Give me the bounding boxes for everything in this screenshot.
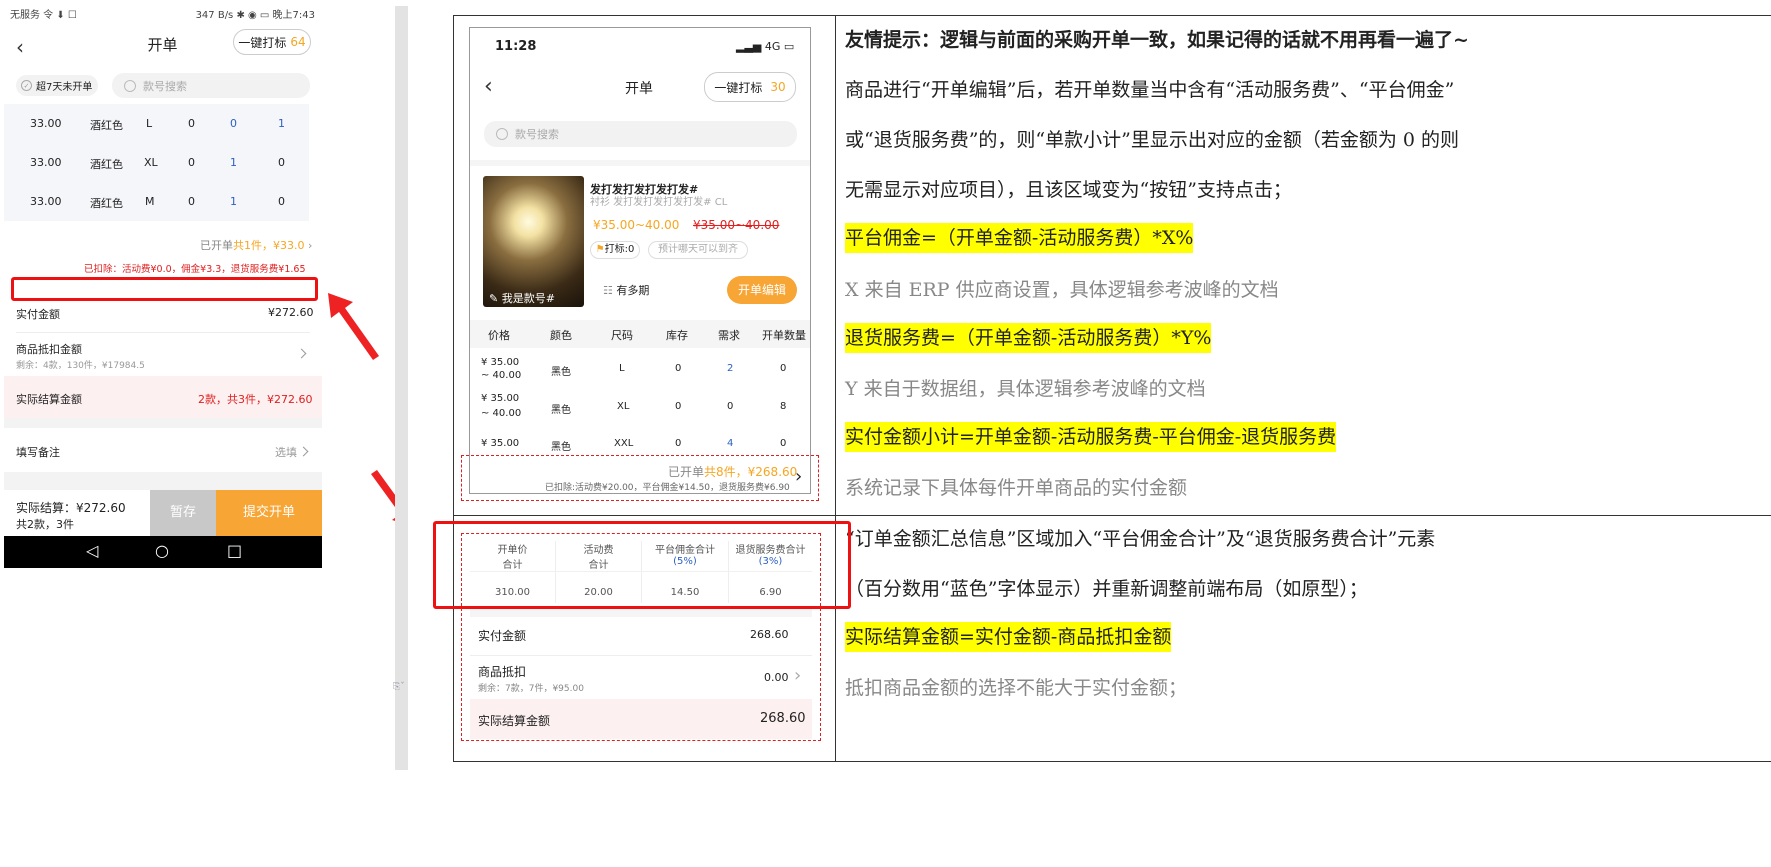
mock-subtotal[interactable]: 已开单共8件，¥268.60	[668, 463, 797, 480]
search-icon	[124, 79, 136, 92]
mock-tag-all-button[interactable]: 一键打标 30	[704, 72, 796, 102]
chevron-right-icon	[298, 446, 309, 457]
mock-signal: ▂▃▅ 4G ▭	[736, 40, 795, 53]
search-input[interactable]: 款号搜索	[112, 73, 310, 98]
doc-formula: 实际结算金额=实付金额-商品抵扣金额	[845, 622, 1172, 652]
doc-para: “订单金额汇总信息”区域加入“平台佣金合计”及“退货服务费合计”元素	[845, 528, 1436, 550]
chevron-right-icon: ›	[795, 466, 803, 487]
tag-all-button[interactable]: 一键打标 64	[233, 29, 311, 55]
paid-value: ¥272.60	[268, 306, 314, 319]
doc-para: 无需显示对应项目），且该区域变为“按钮”支持点击；	[845, 179, 1292, 201]
mock-deduct-row[interactable]: 商品抵扣 剩余：7款，7件，¥95.00 0.00 ›	[470, 657, 812, 697]
tag-all-label: 一键打标	[238, 35, 287, 50]
doc-note: X 来自 ERP 供应商设置，具体逻辑参考波峰的文档	[845, 279, 1279, 301]
eta-badge[interactable]: 预计哪天可以到齐	[648, 241, 748, 259]
product-image-label: ✎ 我是款号#	[489, 292, 555, 305]
paid-label: 实付金额	[16, 308, 60, 321]
nav-bar: ◁ ○ □	[4, 536, 322, 568]
doc-formula: 平台佣金=（开单金额-活动服务费）*X%	[845, 223, 1194, 253]
mock-time: 11:28	[495, 39, 537, 54]
mock-paid-label: 实付金额	[478, 629, 527, 643]
settle-count: 共2款，3件	[16, 518, 74, 531]
tag-badge[interactable]: ⚑打标:0	[590, 241, 640, 259]
status-left: 无服务 令 ⬇ ☐	[10, 9, 77, 21]
period-label: ☷ 有多期	[603, 284, 650, 297]
phone-screenshot: 无服务 令 ⬇ ☐ 347 B/s ✱ ◉ ▭ 晚上7:43 ‹ 开单 一键打标…	[0, 0, 325, 867]
mock-deducted: 已扣除:活动费¥20.00，平台佣金¥14.50，退货服务费¥6.90	[545, 483, 790, 493]
doc-formula: 实付金额小计=开单金额-活动服务费-平台佣金-退货服务费	[845, 422, 1337, 452]
doc-note: 系统记录下具体每件开单商品的实付金额	[845, 477, 1188, 499]
settle-total: 实际结算：¥272.60	[16, 501, 126, 515]
table-row: 33.00 酒红色 L 0 0 1	[4, 104, 309, 143]
mock-paid-value: 268.60	[750, 628, 789, 641]
product-price: ¥35.00~40.00	[593, 218, 680, 232]
mock-settle-row: 实际结算金额 268.60	[470, 699, 812, 739]
submit-button[interactable]: 提交开单	[216, 490, 322, 536]
summary-grid: 开单价 合计 活动费 合计 平台佣金合计 (5%) 退货服务费合计 (3%) 310.0…	[470, 537, 812, 607]
overdue-label: 超7天未开单	[36, 82, 93, 93]
bottom-bar: 实际结算：¥272.60 共2款，3件 暂存 提交开单	[4, 490, 322, 536]
anchor-icon: ⎘ˇ	[393, 682, 405, 692]
highlight-box	[11, 277, 318, 301]
tag-all-count: 64	[290, 35, 306, 49]
status-right: 347 B/s ✱ ◉ ▭ 晚上7:43	[195, 9, 315, 21]
mock-title: 开单	[625, 81, 653, 97]
filter-row: ✓ 超7天未开单 款号搜索	[0, 64, 325, 106]
check-icon: ✓	[21, 80, 32, 91]
subtotal-line[interactable]: 已开单共1件，¥33.0 ›	[200, 237, 312, 253]
doc-formula: 退货服务费=（开单金额-活动服务费）*Y%	[845, 323, 1212, 353]
product-orig-price: ¥35.00~40.00	[693, 218, 780, 232]
doc-tip: 友情提示：逻辑与前面的采购开单一致，如果记得的话就不用再看一遍了~	[845, 29, 1469, 51]
doc-para: 商品进行“开单编辑”后，若开单数量当中含有“活动服务费”、“平台佣金”	[845, 79, 1455, 101]
table-row: 33.00 酒红色 XL 0 1 0	[4, 143, 309, 182]
product-name-sub: 衬衫 发打发打发打发打发# CL	[590, 197, 728, 208]
header: ‹ 开单 一键打标 64	[0, 26, 325, 64]
calendar-icon: ☷	[603, 284, 613, 297]
product-name: 发打发打发打发打发#	[590, 183, 699, 196]
scrollbar[interactable]	[395, 6, 408, 770]
product-image	[483, 176, 584, 307]
table-row: 33.00 酒红色 M 0 1 0	[4, 182, 309, 221]
mock-back-icon[interactable]: ‹	[484, 74, 493, 99]
status-bar: 无服务 令 ⬇ ☐ 347 B/s ✱ ◉ ▭ 晚上7:43	[0, 0, 325, 26]
overdue-checkbox[interactable]: ✓ 超7天未开单	[16, 75, 98, 96]
deducted-line: 已扣除：活动费¥0.0，佣金¥3.3，退货服务费¥1.65	[84, 264, 306, 275]
save-draft-button[interactable]: 暂存	[150, 490, 216, 536]
mock-table-header: 价格 颜色 尺码 库存 需求 开单数量	[470, 320, 810, 348]
home-nav-icon[interactable]: ○	[155, 541, 169, 560]
mock-search-input[interactable]: 款号搜索	[484, 121, 797, 147]
edit-order-button[interactable]: 开单编辑	[727, 276, 797, 304]
doc-para: （百分数用“蓝色”字体显示）并重新调整前端布局（如原型）；	[845, 578, 1368, 600]
search-placeholder: 款号搜索	[143, 79, 187, 93]
settle-row: 实际结算金额 2款，共3件，¥272.60	[4, 376, 322, 418]
chevron-right-icon	[296, 348, 307, 359]
recent-nav-icon[interactable]: □	[227, 541, 242, 560]
remark-row[interactable]: 填写备注 选填	[4, 430, 322, 470]
doc-note: Y 来自于数据组，具体逻辑参考波峰的文档	[845, 378, 1206, 400]
doc-para: 或“退货服务费”的，则“单款小计”里显示出对应的金额（若金额为 0 的则	[845, 129, 1460, 151]
search-icon	[496, 128, 508, 140]
back-nav-icon[interactable]: ◁	[86, 541, 98, 560]
doc-note: 抵扣商品金额的选择不能大于实付金额；	[845, 677, 1188, 699]
deduct-row[interactable]: 商品抵扣金额 剩余：4款，130件，¥17984.5	[4, 334, 322, 374]
arrow-icon	[328, 293, 379, 360]
